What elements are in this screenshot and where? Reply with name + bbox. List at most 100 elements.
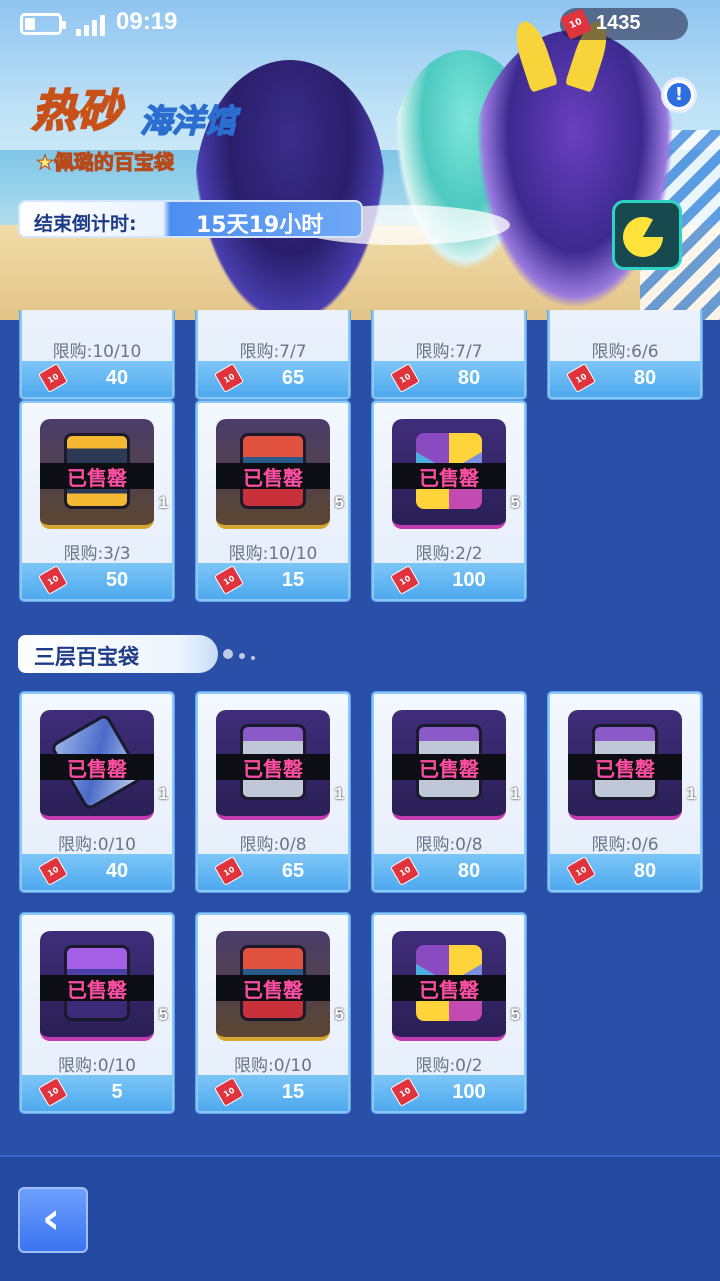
purchase-limit: 限购:3/3 [63,544,131,564]
sold-out-label: 已售罄 [419,466,479,490]
item-price: 15 [281,1081,305,1103]
sold-out-label: 已售罄 [419,757,479,781]
item-price: 40 [105,860,129,882]
price-bar: 10 100 [374,1075,524,1111]
sold-out-label: 已售罄 [243,978,303,1002]
purchase-limit: 限购:6/6 [591,342,659,362]
purchase-limit: 限购:10/10 [52,342,142,362]
item-art: 已售罄 [40,419,154,529]
countdown-bar: 结束倒计时: 15天19小时 [18,200,363,238]
item-price: 80 [633,860,657,882]
sold-out-label: 已售罄 [67,757,127,781]
event-subtitle: 海洋馆 [139,101,237,141]
shop-item-card[interactable]: 限购:6/6 10 80 [548,310,702,399]
purchase-limit: 限购:0/10 [234,1056,312,1076]
ticket-icon: 10 [560,8,592,40]
shop-item-card[interactable]: 已售罄 5 限购:2/2 10 100 [372,401,526,601]
purchase-limit: 限购:7/7 [239,342,307,362]
item-quantity: 1 [158,493,168,512]
status-bar: 09:19 10 1435 [0,0,720,50]
shop-grid: 限购:10/10 10 40 限购:7/7 10 65 限购:7/7 10 80… [0,310,720,1155]
item-price: 100 [452,1081,486,1103]
price-bar: 10 65 [198,361,348,397]
purchase-limit: 限购:0/10 [58,1056,136,1076]
event-tagline: ★佩璐的百宝袋 [36,150,175,175]
shop-item-card[interactable]: 已售罄 1 限购:0/8 10 80 [372,692,526,892]
shop-item-card[interactable]: 已售罄 1 限购:0/8 10 65 [196,692,350,892]
item-art: 已售罄 [216,710,330,820]
event-title: 热砂 [31,85,122,138]
item-quantity: 5 [334,1005,344,1024]
item-art: 已售罄 [568,710,682,820]
section-title: 三层百宝袋 [34,645,139,669]
shop-item-card[interactable]: 已售罄 5 限购:0/10 10 5 [20,913,174,1113]
item-price: 65 [281,367,305,389]
price-bar: 10 15 [198,563,348,599]
item-quantity: 5 [510,493,520,512]
item-art: 已售罄 [392,710,506,820]
item-art: 已售罄 [216,419,330,529]
shop-item-card[interactable]: 限购:7/7 10 65 [196,310,350,399]
pacman-icon [615,209,671,265]
price-bar: 10 100 [374,563,524,599]
item-price: 40 [105,367,129,389]
sold-out-label: 已售罄 [67,978,127,1002]
shop-item-card[interactable]: 已售罄 5 限购:0/10 10 15 [196,913,350,1113]
item-art: 已售罄 [40,710,154,820]
chevron-left-icon: ‹ [42,1193,61,1244]
item-art: 已售罄 [392,419,506,529]
item-price: 65 [281,860,305,882]
currency-amount: 1435 [596,12,641,34]
purchase-limit: 限购:2/2 [415,544,483,564]
shop-item-card[interactable]: 限购:10/10 10 40 [20,310,174,399]
shop-item-card[interactable]: 已售罄 1 限购:0/10 10 40 [20,692,174,892]
item-quantity: 5 [158,1005,168,1024]
minigame-button[interactable] [612,200,682,270]
bottom-bar: ‹ [0,1155,720,1281]
battery-icon [20,13,66,35]
item-art: 已售罄 [216,931,330,1041]
purchase-limit: 限购:7/7 [415,342,483,362]
price-bar: 10 80 [374,854,524,890]
shop-item-card[interactable]: 已售罄 1 限购:0/6 10 80 [548,692,702,892]
sold-out-label: 已售罄 [595,757,655,781]
item-quantity: 5 [334,493,344,512]
item-price: 80 [633,367,657,389]
purchase-limit: 限购:0/6 [591,835,659,855]
purchase-limit: 限购:0/8 [415,835,483,855]
shop-item-card[interactable]: 已售罄 5 限购:10/10 10 15 [196,401,350,601]
item-quantity: 1 [158,784,168,803]
price-bar: 10 40 [22,854,172,890]
price-bar: 10 40 [22,361,172,397]
price-bar: 10 65 [198,854,348,890]
bubbles-decoration [223,649,263,660]
countdown-value: 15天19小时 [196,213,324,238]
shop-item-card[interactable]: 限购:7/7 10 80 [372,310,526,399]
info-button[interactable]: ! [661,77,697,113]
price-bar: 10 15 [198,1075,348,1111]
price-bar: 10 5 [22,1075,172,1111]
signal-icon [76,14,108,36]
item-quantity: 1 [510,784,520,803]
sold-out-label: 已售罄 [243,757,303,781]
purchase-limit: 限购:10/10 [228,544,318,564]
purchase-limit: 限购:0/8 [239,835,307,855]
sold-out-label: 已售罄 [243,466,303,490]
item-price: 80 [457,860,481,882]
item-art: 已售罄 [392,931,506,1041]
item-quantity: 1 [686,784,696,803]
exclamation-icon: ! [667,83,691,107]
purchase-limit: 限购:0/2 [415,1056,483,1076]
item-quantity: 5 [510,1005,520,1024]
price-bar: 10 80 [550,361,700,397]
back-button[interactable]: ‹ [18,1187,88,1253]
shop-item-card[interactable]: 已售罄 1 限购:3/3 10 50 [20,401,174,601]
currency-display: 10 1435 [560,8,688,40]
price-bar: 10 50 [22,563,172,599]
section-header: 三层百宝袋 [18,635,255,673]
item-price: 80 [457,367,481,389]
item-quantity: 1 [334,784,344,803]
status-time: 09:19 [116,8,178,35]
price-bar: 10 80 [374,361,524,397]
shop-item-card[interactable]: 已售罄 5 限购:0/2 10 100 [372,913,526,1113]
